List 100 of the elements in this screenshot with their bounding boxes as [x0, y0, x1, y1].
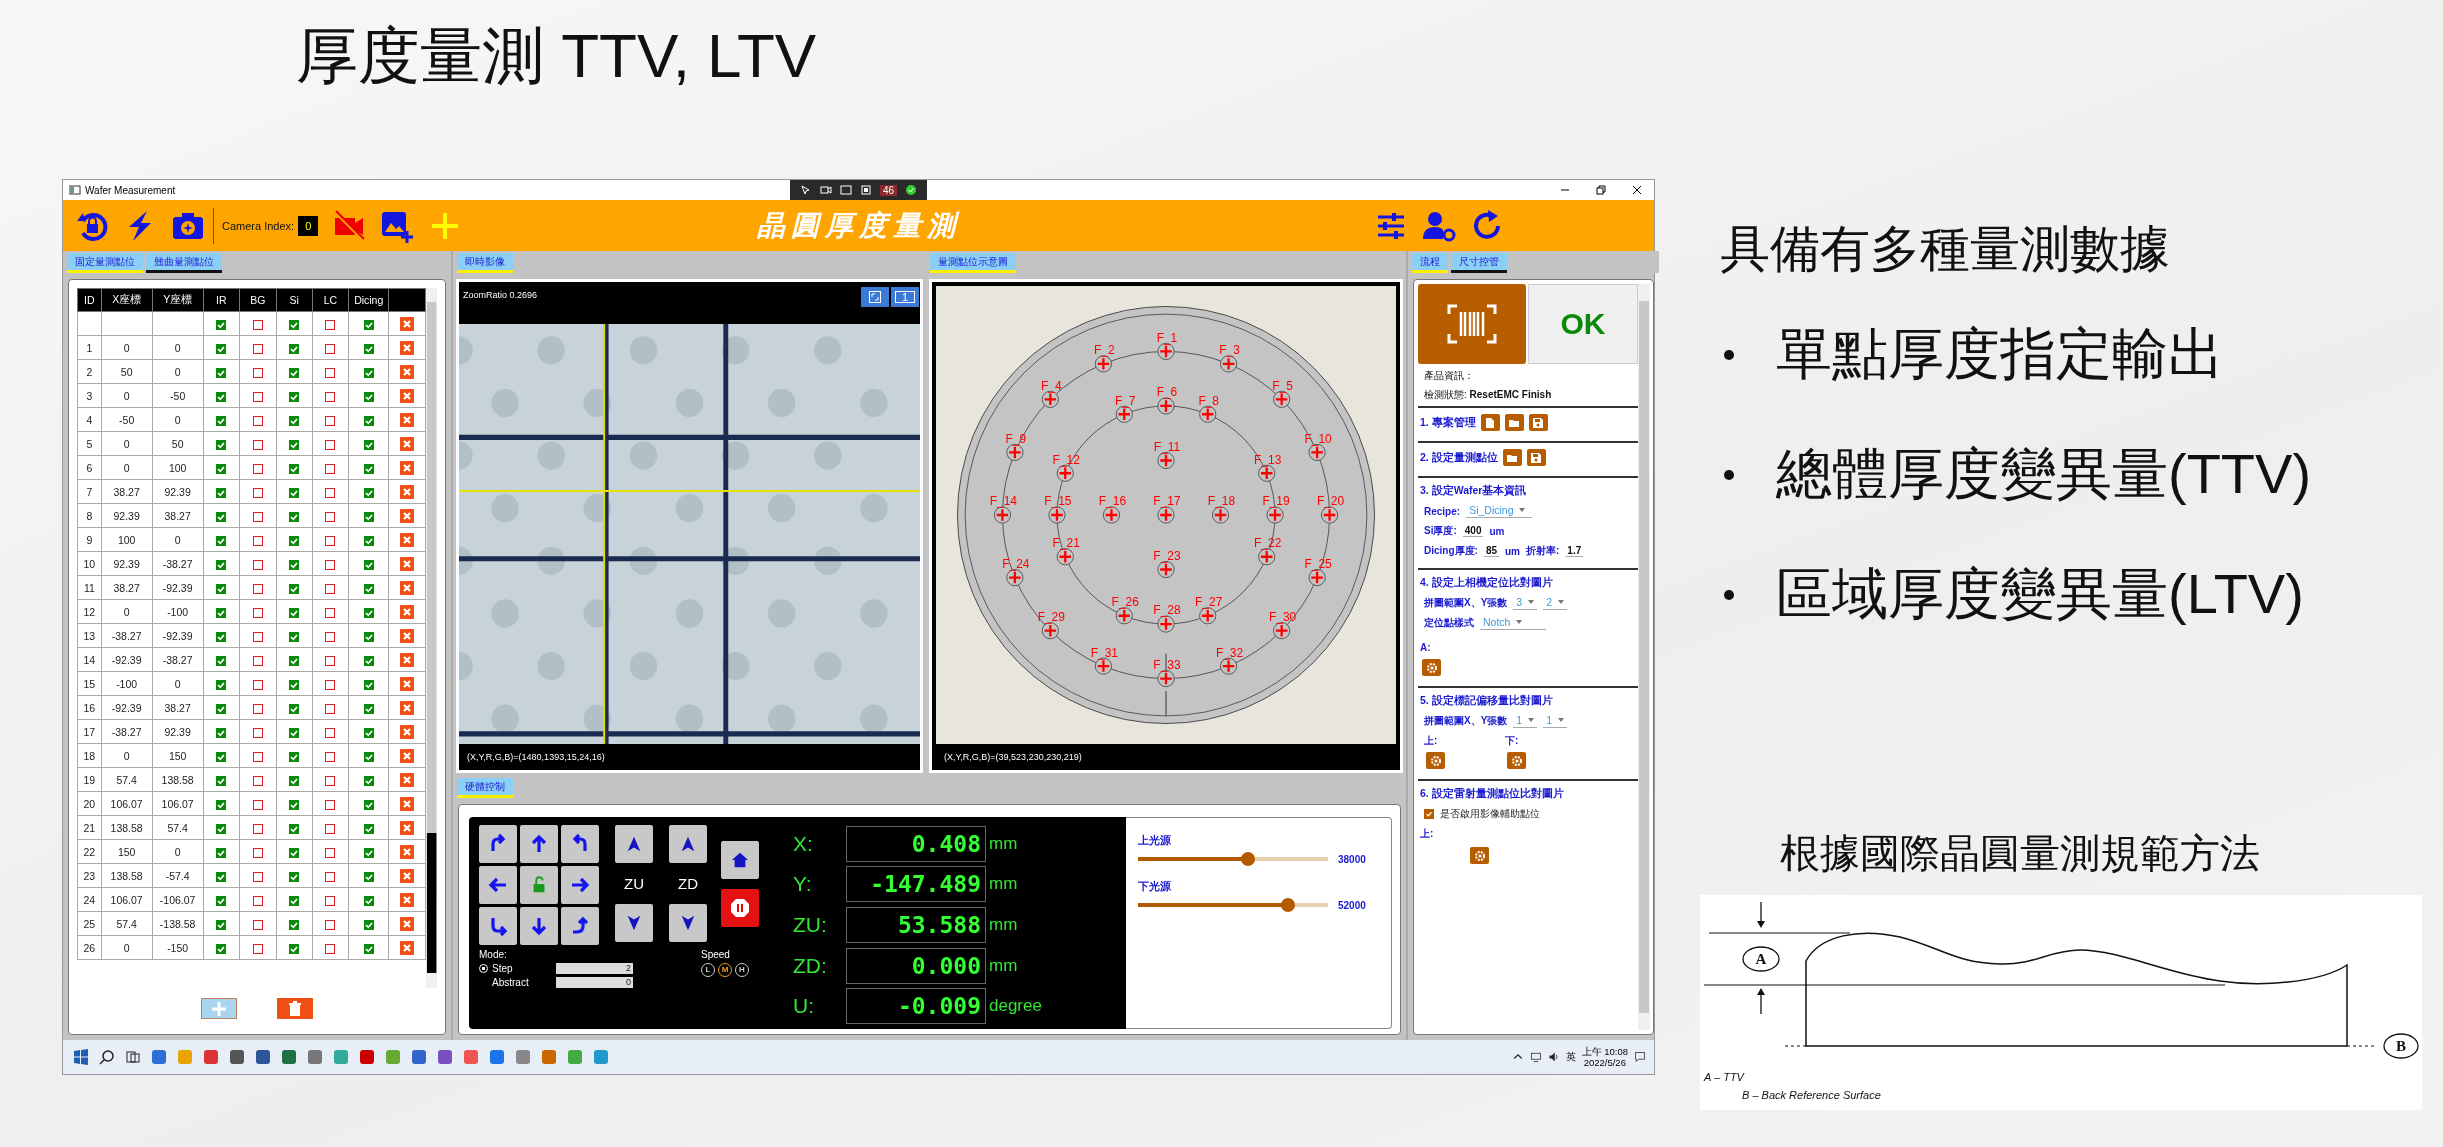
- speaker-icon[interactable]: [1547, 1051, 1560, 1063]
- point-marker[interactable]: [1048, 506, 1066, 524]
- checkbox[interactable]: [216, 943, 227, 954]
- stop-button[interactable]: [721, 889, 759, 927]
- checkbox[interactable]: [363, 847, 374, 858]
- checkbox[interactable]: [289, 511, 300, 522]
- light-slider[interactable]: [1138, 852, 1328, 866]
- save-button[interactable]: [1528, 414, 1548, 431]
- checkbox[interactable]: [289, 679, 300, 690]
- checkbox[interactable]: [216, 607, 227, 618]
- jog-button[interactable]: [520, 825, 558, 863]
- checkbox[interactable]: [363, 727, 374, 738]
- checkbox[interactable]: [216, 631, 227, 642]
- checkbox[interactable]: [289, 943, 300, 954]
- checkbox[interactable]: [325, 895, 336, 906]
- checkbox[interactable]: [363, 943, 374, 954]
- settings-button[interactable]: [1426, 752, 1445, 769]
- delete-row-icon[interactable]: [399, 508, 414, 523]
- checkbox[interactable]: [252, 463, 263, 474]
- app-icon[interactable]: [229, 1049, 245, 1065]
- checkbox[interactable]: [289, 775, 300, 786]
- delete-row-icon[interactable]: [399, 532, 414, 547]
- tab[interactable]: 尺寸控管: [1451, 253, 1507, 273]
- checkbox[interactable]: [325, 439, 336, 450]
- checkbox[interactable]: [252, 367, 263, 378]
- marker-style-dropdown[interactable]: Notch: [1480, 616, 1546, 630]
- checkbox[interactable]: [325, 511, 336, 522]
- delete-row-icon[interactable]: [399, 940, 414, 955]
- point-marker[interactable]: [1320, 506, 1339, 524]
- delete-row-icon[interactable]: [399, 796, 414, 811]
- checkbox[interactable]: [363, 775, 374, 786]
- checkbox[interactable]: [252, 607, 263, 618]
- checkbox[interactable]: [363, 511, 374, 522]
- delete-row-icon[interactable]: [399, 724, 414, 739]
- checkbox[interactable]: [363, 607, 374, 618]
- checkbox[interactable]: [216, 847, 227, 858]
- checkbox[interactable]: [363, 895, 374, 906]
- checkbox[interactable]: [325, 463, 336, 474]
- delete-row-icon[interactable]: [399, 772, 414, 787]
- checkbox[interactable]: [363, 919, 374, 930]
- home-button[interactable]: [721, 841, 759, 879]
- delete-row-icon[interactable]: [399, 460, 414, 475]
- delete-row-icon[interactable]: [399, 388, 414, 403]
- checkbox[interactable]: [363, 343, 374, 354]
- jog-button[interactable]: [479, 866, 517, 904]
- checkbox[interactable]: [216, 367, 227, 378]
- checkbox[interactable]: [363, 751, 374, 762]
- delete-row-icon[interactable]: [399, 844, 414, 859]
- checkbox[interactable]: [216, 727, 227, 738]
- checkbox[interactable]: [216, 511, 227, 522]
- checkbox[interactable]: [252, 487, 263, 498]
- checkbox[interactable]: [325, 751, 336, 762]
- checkbox[interactable]: [252, 535, 263, 546]
- checkbox[interactable]: [325, 631, 336, 642]
- checkbox[interactable]: [289, 871, 300, 882]
- checkbox[interactable]: [216, 895, 227, 906]
- point-marker[interactable]: [1157, 506, 1175, 524]
- checkbox[interactable]: [216, 775, 227, 786]
- zu-down-button[interactable]: [615, 904, 653, 942]
- checkbox[interactable]: [289, 799, 300, 810]
- checkbox[interactable]: [289, 703, 300, 714]
- checkbox[interactable]: [216, 919, 227, 930]
- checkbox[interactable]: [325, 703, 336, 714]
- tab[interactable]: 即時影像: [457, 253, 513, 273]
- checkbox[interactable]: [289, 487, 300, 498]
- tab[interactable]: 固定量測點位: [67, 253, 143, 273]
- checkbox[interactable]: [252, 727, 263, 738]
- delete-row-icon[interactable]: [399, 652, 414, 667]
- checkbox[interactable]: [325, 943, 336, 954]
- notification-icon[interactable]: [1634, 1051, 1646, 1063]
- checkbox[interactable]: [363, 559, 374, 570]
- jog-button[interactable]: [520, 907, 558, 945]
- checkbox[interactable]: [289, 727, 300, 738]
- point-marker[interactable]: [1157, 397, 1175, 415]
- checkbox[interactable]: [252, 703, 263, 714]
- tile-y-dropdown[interactable]: 2: [1543, 596, 1568, 610]
- square-icon[interactable]: [859, 184, 872, 196]
- delete-row-icon[interactable]: [399, 820, 414, 835]
- jog-button[interactable]: [561, 907, 599, 945]
- checkbox[interactable]: [216, 343, 227, 354]
- checkbox[interactable]: [363, 535, 374, 546]
- checkbox[interactable]: [325, 679, 336, 690]
- point-marker[interactable]: [1273, 622, 1291, 640]
- checkbox[interactable]: [325, 823, 336, 834]
- delete-row-icon[interactable]: [399, 436, 414, 451]
- zd-down-button[interactable]: [669, 904, 707, 942]
- screen-icon[interactable]: [839, 184, 852, 196]
- checkbox[interactable]: [325, 559, 336, 570]
- checkbox[interactable]: [252, 559, 263, 570]
- app-icon[interactable]: [203, 1049, 219, 1065]
- mode-value-field[interactable]: 0: [556, 977, 633, 988]
- checkbox[interactable]: [289, 607, 300, 618]
- delete-row-icon[interactable]: [399, 748, 414, 763]
- checkbox[interactable]: [216, 439, 227, 450]
- checkbox[interactable]: [325, 391, 336, 402]
- refractive-index-field[interactable]: 1.7: [1565, 545, 1584, 557]
- point-marker[interactable]: [1258, 548, 1276, 566]
- checkbox[interactable]: [252, 511, 263, 522]
- checkbox[interactable]: [216, 487, 227, 498]
- point-marker[interactable]: [1308, 569, 1326, 587]
